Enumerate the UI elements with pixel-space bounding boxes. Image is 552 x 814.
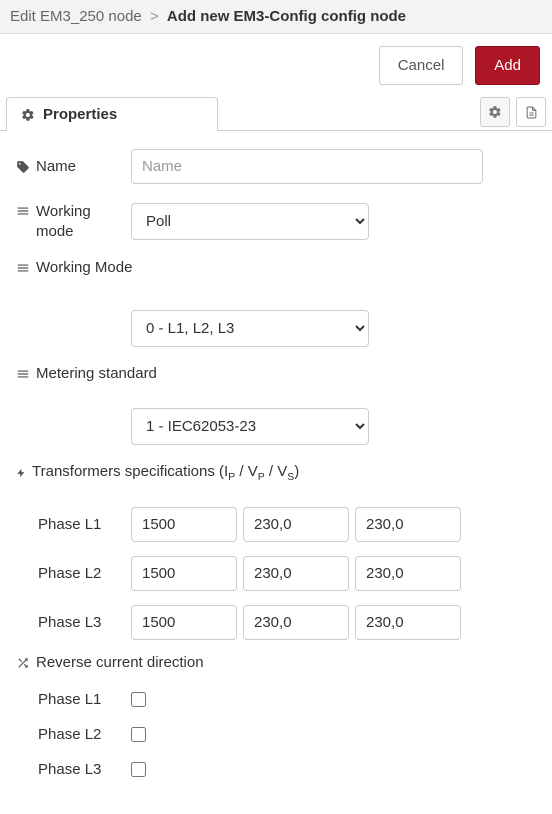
working-mode-label: Working mode [16, 202, 131, 241]
cancel-button[interactable]: Cancel [379, 46, 464, 85]
reverse-l3-label: Phase L3 [38, 761, 131, 778]
tabs-row: Properties [0, 97, 552, 131]
name-input[interactable] [131, 149, 483, 184]
phase-l3-label: Phase L3 [38, 614, 131, 631]
shuffle-icon [16, 656, 30, 670]
working-mode-select[interactable]: Poll [131, 203, 369, 240]
tab-properties[interactable]: Properties [6, 97, 218, 131]
reverse-l2-checkbox[interactable] [131, 727, 146, 742]
l2-vs-input[interactable] [355, 556, 461, 591]
transformers-section: Transformers specifications (IP / VP / V… [16, 463, 536, 483]
tab-properties-label: Properties [43, 106, 117, 123]
reverse-l1-checkbox[interactable] [131, 692, 146, 707]
tag-icon [16, 160, 30, 174]
metering-select[interactable]: 1 - IEC62053-23 [131, 408, 369, 445]
settings-icon-button[interactable] [480, 97, 510, 127]
metering-section: Metering standard [16, 365, 536, 382]
gear-icon [21, 108, 35, 122]
breadcrumb-prev[interactable]: Edit EM3_250 node [10, 8, 142, 25]
bolt-icon [16, 466, 26, 480]
l2-vp-input[interactable] [243, 556, 349, 591]
breadcrumb: Edit EM3_250 node > Add new EM3-Config c… [0, 0, 552, 34]
action-row: Cancel Add [0, 34, 552, 97]
list-icon [16, 261, 30, 275]
properties-form: Name Working mode Poll Working Mode 0 - … [0, 131, 552, 814]
reverse-l3-checkbox[interactable] [131, 762, 146, 777]
l3-vp-input[interactable] [243, 605, 349, 640]
l1-ip-input[interactable] [131, 507, 237, 542]
l1-vp-input[interactable] [243, 507, 349, 542]
l2-ip-input[interactable] [131, 556, 237, 591]
notes-icon-button[interactable] [516, 97, 546, 127]
reverse-l2-label: Phase L2 [38, 726, 131, 743]
list-icon [16, 367, 30, 381]
breadcrumb-sep: > [150, 8, 159, 25]
phase-l2-label: Phase L2 [38, 565, 131, 582]
name-label: Name [16, 158, 131, 175]
l3-ip-input[interactable] [131, 605, 237, 640]
add-button[interactable]: Add [475, 46, 540, 85]
breadcrumb-current: Add new EM3-Config config node [167, 8, 406, 25]
list-icon [16, 204, 30, 218]
gear-icon [488, 105, 502, 119]
reverse-l1-label: Phase L1 [38, 691, 131, 708]
l1-vs-input[interactable] [355, 507, 461, 542]
working-mode-section: Working Mode [16, 259, 536, 276]
phases-select[interactable]: 0 - L1, L2, L3 [131, 310, 369, 347]
file-icon [525, 105, 538, 120]
phase-l1-label: Phase L1 [38, 516, 131, 533]
l3-vs-input[interactable] [355, 605, 461, 640]
reverse-section: Reverse current direction [16, 654, 536, 671]
